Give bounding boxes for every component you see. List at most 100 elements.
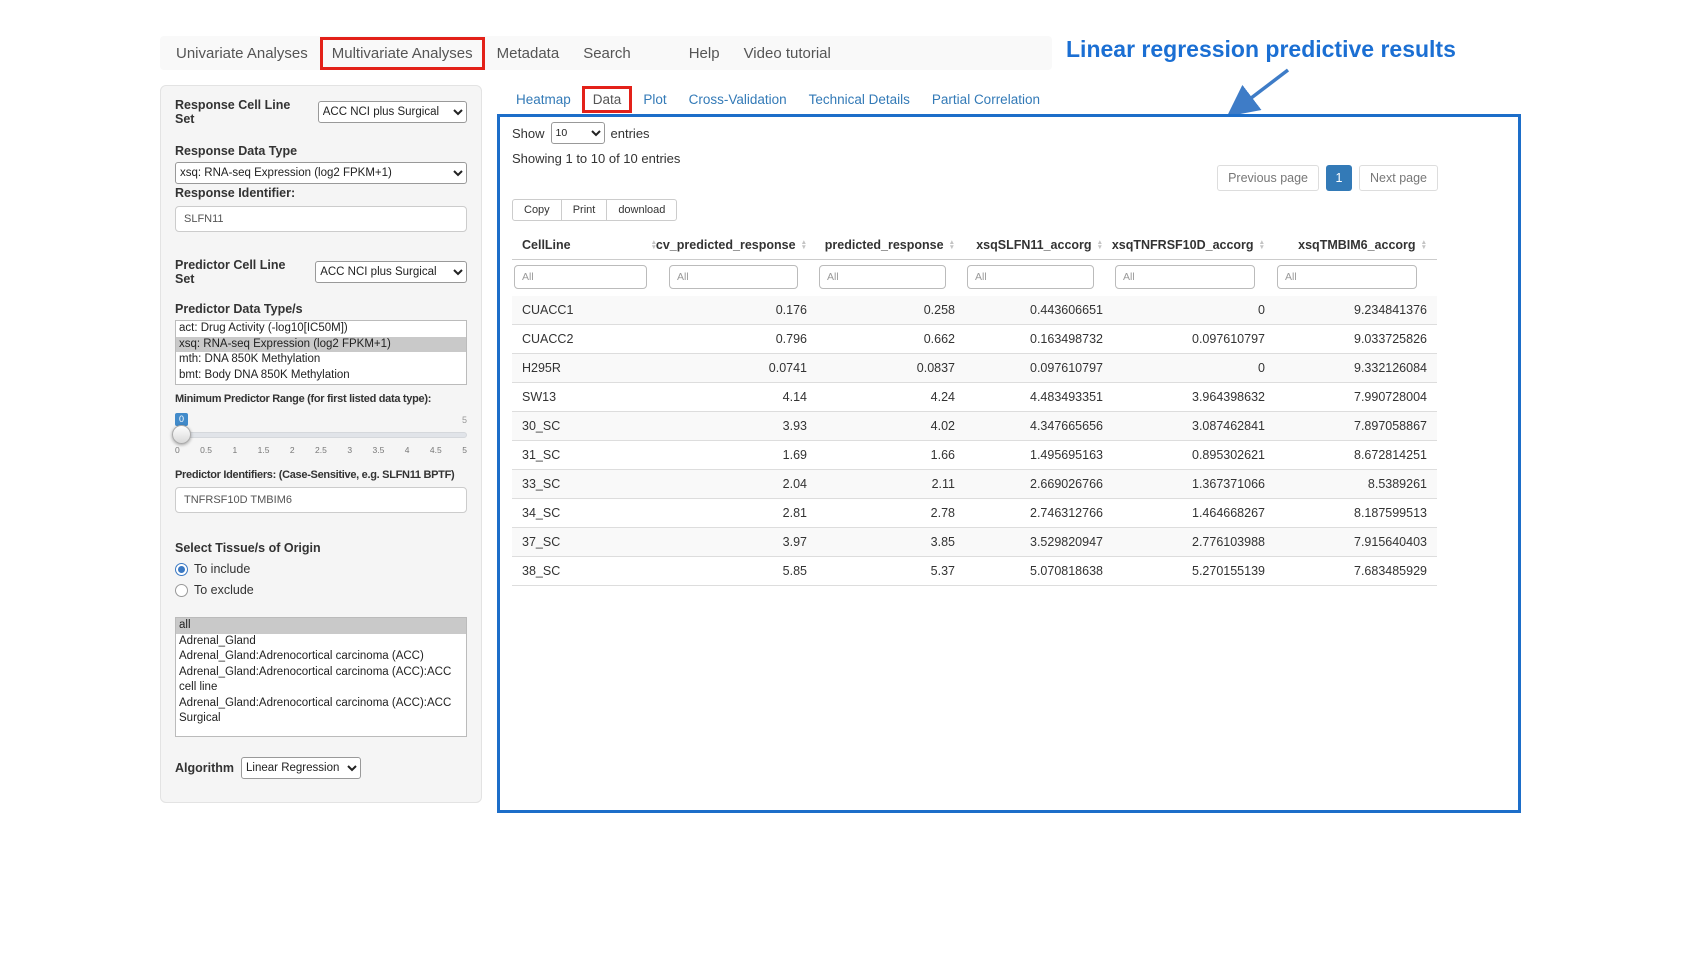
column-header-predicted-response[interactable]: predicted_response ▲▼ xyxy=(817,231,965,260)
print-button[interactable]: Print xyxy=(561,199,608,221)
predictor-data-types-list[interactable]: act: Drug Activity (-log10[IC50M])xsq: R… xyxy=(175,320,467,385)
cell-value: 0.443606651 xyxy=(965,296,1113,325)
tissue-option[interactable]: Adrenal_Gland:Adrenocortical carcinoma (… xyxy=(176,649,466,665)
nav-item-help[interactable]: Help xyxy=(677,37,732,70)
min-predictor-range-slider[interactable]: 0 5 00.511.522.533.544.55 xyxy=(175,413,467,461)
column-label: predicted_response xyxy=(825,238,944,252)
min-predictor-range-label: Minimum Predictor Range (for first liste… xyxy=(175,393,467,405)
nav-item-univariate-analyses[interactable]: Univariate Analyses xyxy=(164,37,320,70)
nav-item-metadata[interactable]: Metadata xyxy=(485,37,572,70)
sort-icon[interactable]: ▲▼ xyxy=(1097,240,1103,251)
predictor-data-type-option[interactable]: bmt: Body DNA 850K Methylation xyxy=(176,368,466,384)
tissue-option[interactable]: Adrenal_Gland:Adrenocortical carcinoma (… xyxy=(176,696,466,727)
current-page-button[interactable]: 1 xyxy=(1326,165,1352,191)
predictor-data-type-option[interactable]: act: Drug Activity (-log10[IC50M]) xyxy=(176,321,466,337)
column-header-xsqtmbim6-accorg[interactable]: xsqTMBIM6_accorg ▲▼ xyxy=(1275,231,1437,260)
column-filter-cv-predicted-response[interactable] xyxy=(669,265,798,289)
next-page-button[interactable]: Next page xyxy=(1359,165,1438,191)
sort-icon[interactable]: ▲▼ xyxy=(801,240,807,251)
sort-icon[interactable]: ▲▼ xyxy=(1259,240,1265,251)
nav-item-multivariate-analyses[interactable]: Multivariate Analyses xyxy=(320,37,485,70)
cell-value: 2.04 xyxy=(667,470,817,499)
response-identifier-label: Response Identifier: xyxy=(175,186,467,200)
tab-heatmap[interactable]: Heatmap xyxy=(505,86,582,113)
cell-value: 2.81 xyxy=(667,499,817,528)
response-cell-line-set-label: Response Cell Line Set xyxy=(175,98,311,126)
radio-option-to-include[interactable]: To include xyxy=(175,562,467,576)
previous-page-button[interactable]: Previous page xyxy=(1217,165,1319,191)
column-filter-xsqtmbim6-accorg[interactable] xyxy=(1277,265,1417,289)
slider-tick-label: 3 xyxy=(347,445,352,455)
cell-value: 1.69 xyxy=(667,441,817,470)
nav-item-video-tutorial[interactable]: Video tutorial xyxy=(732,37,843,70)
cell-value: 0.097610797 xyxy=(1113,325,1275,354)
column-header-cv-predicted-response[interactable]: cv_predicted_response▲▼ xyxy=(667,231,817,260)
show-entries-prefix: Show xyxy=(512,126,545,141)
tissue-option[interactable]: Adrenal_Gland xyxy=(176,634,466,650)
cell-value: 0.662 xyxy=(817,325,965,354)
slider-track[interactable] xyxy=(175,432,467,438)
tab-partial-correlation[interactable]: Partial Correlation xyxy=(921,86,1051,113)
table-row: 33_SC2.042.112.6690267661.3673710668.538… xyxy=(512,470,1437,499)
tissue-option[interactable]: Adrenal_Gland:Adrenocortical carcinoma (… xyxy=(176,665,466,696)
column-label: xsqTNFRSF10D_accorg xyxy=(1112,238,1254,252)
column-header-xsqtnfrsf10d-accorg[interactable]: xsqTNFRSF10D_accorg ▲▼ xyxy=(1113,231,1275,260)
cell-value: 7.915640403 xyxy=(1275,528,1437,557)
sort-icon[interactable]: ▲▼ xyxy=(949,240,955,251)
show-entries-select[interactable]: 10 xyxy=(551,122,605,144)
pagination: Previous page 1 Next page xyxy=(1217,165,1438,191)
column-filter-xsqtnfrsf10d-accorg[interactable] xyxy=(1115,265,1255,289)
sidebar-panel: Response Cell Line Set ACC NCI plus Surg… xyxy=(160,85,482,803)
cell-line-name: SW13 xyxy=(512,383,667,412)
nav-item-search[interactable]: Search xyxy=(571,37,643,70)
tab-technical-details[interactable]: Technical Details xyxy=(798,86,921,113)
cell-value: 4.483493351 xyxy=(965,383,1113,412)
column-filter-predicted-response[interactable] xyxy=(819,265,946,289)
radio-label: To exclude xyxy=(194,583,254,597)
column-header-xsqslfn11-accorg[interactable]: xsqSLFN11_accorg▲▼ xyxy=(965,231,1113,260)
cell-value: 9.234841376 xyxy=(1275,296,1437,325)
tissue-option[interactable]: all xyxy=(176,618,466,634)
cell-value: 1.66 xyxy=(817,441,965,470)
cell-value: 5.85 xyxy=(667,557,817,586)
cell-line-name: 37_SC xyxy=(512,528,667,557)
cell-value: 4.02 xyxy=(817,412,965,441)
response-data-type-select[interactable]: xsq: RNA-seq Expression (log2 FPKM+1) xyxy=(175,162,467,184)
cell-line-name: CUACC1 xyxy=(512,296,667,325)
sort-icon[interactable]: ▲▼ xyxy=(1421,240,1427,251)
tissue-origin-field: Select Tissue/s of Origin To includeTo e… xyxy=(175,541,467,597)
radio-unselected-icon[interactable] xyxy=(175,584,188,597)
predictor-cell-line-set-select[interactable]: ACC NCI plus Surgical xyxy=(315,261,467,283)
cell-value: 7.897058867 xyxy=(1275,412,1437,441)
predictor-identifiers-input[interactable] xyxy=(175,487,467,513)
predictor-data-type-option[interactable]: mth: DNA 850K Methylation xyxy=(176,352,466,368)
tissue-list[interactable]: allAdrenal_GlandAdrenal_Gland:Adrenocort… xyxy=(175,617,467,737)
slider-handle[interactable] xyxy=(172,425,191,444)
top-nav: Univariate AnalysesMultivariate Analyses… xyxy=(160,36,1052,70)
min-predictor-range-field: Minimum Predictor Range (for first liste… xyxy=(175,393,467,461)
column-filter-xsqslfn11-accorg[interactable] xyxy=(967,265,1094,289)
tab-data[interactable]: Data xyxy=(582,86,633,113)
column-filter-cellline[interactable] xyxy=(514,265,647,289)
cell-value: 0.796 xyxy=(667,325,817,354)
response-identifier-input[interactable] xyxy=(175,206,467,232)
cell-value: 0 xyxy=(1113,296,1275,325)
copy-button[interactable]: Copy xyxy=(512,199,562,221)
radio-option-to-exclude[interactable]: To exclude xyxy=(175,583,467,597)
cell-line-name: H295R xyxy=(512,354,667,383)
cell-value: 3.087462841 xyxy=(1113,412,1275,441)
column-header-cellline[interactable]: CellLine▲▼ xyxy=(512,231,667,260)
tab-cross-validation[interactable]: Cross-Validation xyxy=(678,86,798,113)
radio-selected-icon[interactable] xyxy=(175,563,188,576)
slider-ticks: 00.511.522.533.544.55 xyxy=(175,445,467,455)
slider-max-label: 5 xyxy=(462,415,467,425)
tab-plot[interactable]: Plot xyxy=(632,86,677,113)
predictor-data-types-label: Predictor Data Type/s xyxy=(175,302,467,316)
show-entries-suffix: entries xyxy=(611,126,650,141)
algorithm-select[interactable]: Linear Regression xyxy=(241,757,361,779)
column-label: xsqTMBIM6_accorg xyxy=(1298,238,1415,252)
predictor-data-type-option[interactable]: xsq: RNA-seq Expression (log2 FPKM+1) xyxy=(176,337,466,353)
response-cell-line-set-select[interactable]: ACC NCI plus Surgical xyxy=(318,101,467,123)
radio-label: To include xyxy=(194,562,250,576)
download-button[interactable]: download xyxy=(606,199,677,221)
